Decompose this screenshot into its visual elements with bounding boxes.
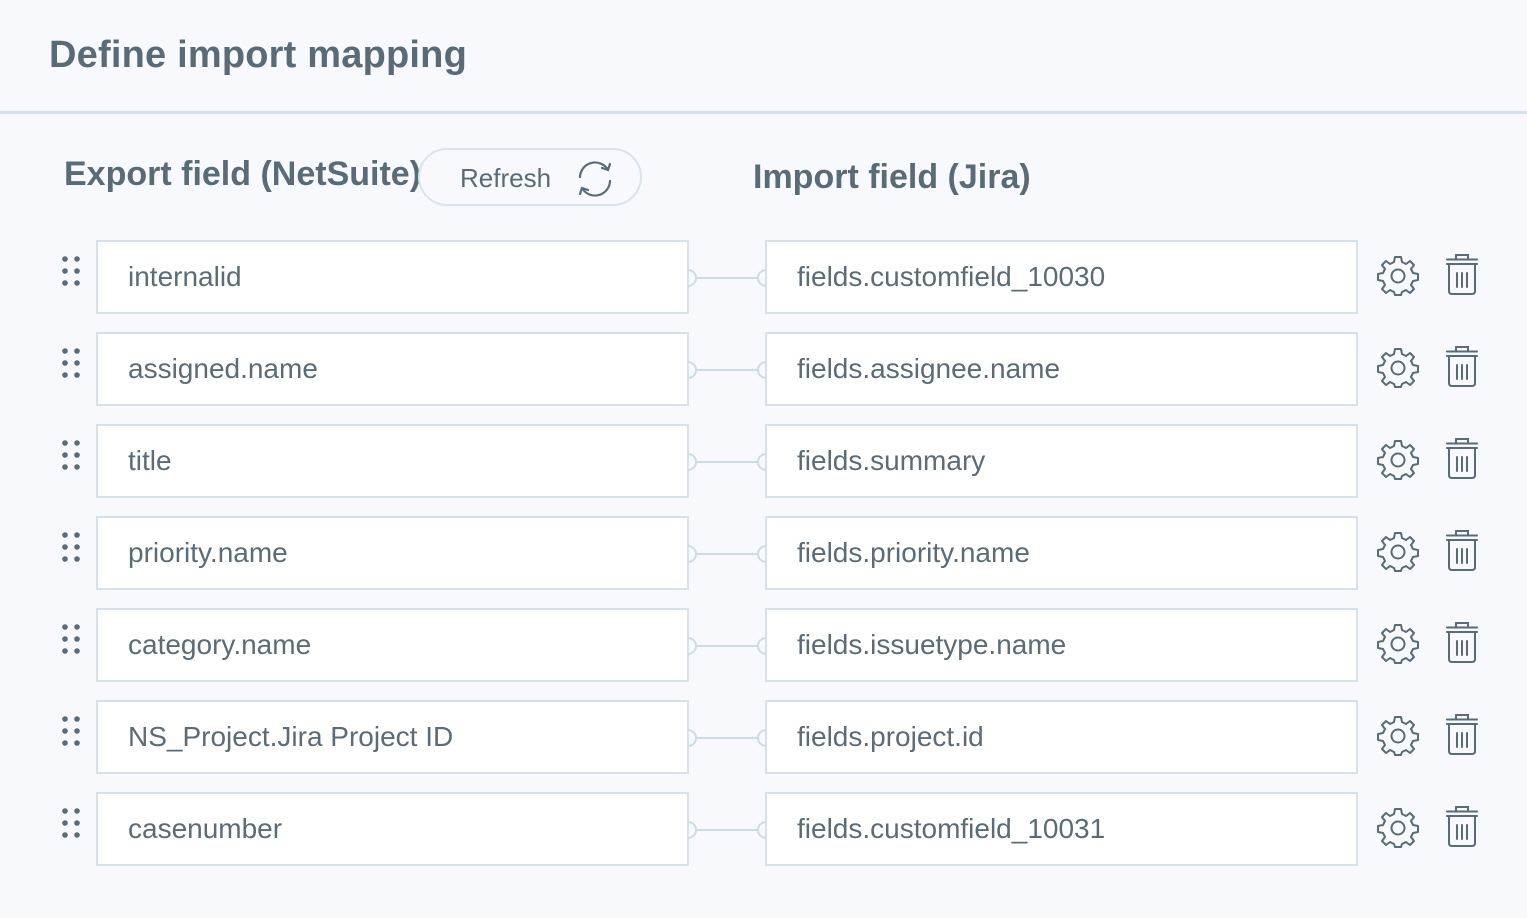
export-field[interactable]: assigned.name: [96, 332, 689, 406]
refresh-label: Refresh: [460, 163, 552, 193]
mapping-row: casenumber fields.customfield_10031: [0, 792, 1527, 868]
refresh-icon: [574, 158, 616, 205]
gear-icon[interactable]: [1377, 530, 1419, 577]
trash-icon[interactable]: [1444, 619, 1480, 670]
mapping-row: category.name fields.issuetype.name: [0, 608, 1527, 684]
drag-handle-icon[interactable]: [60, 254, 84, 288]
trash-icon[interactable]: [1444, 343, 1480, 394]
connector-line: [686, 450, 768, 479]
drag-handle-icon[interactable]: [60, 806, 84, 840]
page-header: Define import mapping: [0, 0, 1527, 114]
export-field[interactable]: category.name: [96, 608, 689, 682]
import-field[interactable]: fields.summary: [765, 424, 1358, 498]
import-field[interactable]: fields.project.id: [765, 700, 1358, 774]
gear-icon[interactable]: [1377, 438, 1419, 485]
connector-line: [686, 634, 768, 663]
mapping-row: assigned.name fields.assignee.name: [0, 332, 1527, 408]
gear-icon[interactable]: [1377, 254, 1419, 301]
export-field[interactable]: internalid: [96, 240, 689, 314]
import-field[interactable]: fields.assignee.name: [765, 332, 1358, 406]
mapping-row: priority.name fields.priority.name: [0, 516, 1527, 592]
mapping-row: title fields.summary: [0, 424, 1527, 500]
connector-line: [686, 726, 768, 755]
import-field[interactable]: fields.customfield_10031: [765, 792, 1358, 866]
export-field[interactable]: casenumber: [96, 792, 689, 866]
gear-icon[interactable]: [1377, 714, 1419, 761]
refresh-button[interactable]: Refresh: [418, 148, 642, 206]
gear-icon[interactable]: [1377, 346, 1419, 393]
drag-handle-icon[interactable]: [60, 714, 84, 748]
page-title: Define import mapping: [49, 34, 467, 76]
gear-icon[interactable]: [1377, 622, 1419, 669]
export-column-heading: Export field (NetSuite): [64, 155, 422, 193]
drag-handle-icon[interactable]: [60, 346, 84, 380]
connector-line: [686, 542, 768, 571]
trash-icon[interactable]: [1444, 251, 1480, 302]
mapping-row: internalid fields.customfield_10030: [0, 240, 1527, 316]
export-field[interactable]: NS_Project.Jira Project ID: [96, 700, 689, 774]
trash-icon[interactable]: [1444, 527, 1480, 578]
import-field[interactable]: fields.customfield_10030: [765, 240, 1358, 314]
connector-line: [686, 358, 768, 387]
gear-icon[interactable]: [1377, 806, 1419, 853]
trash-icon[interactable]: [1444, 711, 1480, 762]
import-field[interactable]: fields.issuetype.name: [765, 608, 1358, 682]
trash-icon[interactable]: [1444, 435, 1480, 486]
mapping-row: NS_Project.Jira Project ID fields.project…: [0, 700, 1527, 776]
drag-handle-icon[interactable]: [60, 622, 84, 656]
import-field[interactable]: fields.priority.name: [765, 516, 1358, 590]
export-field[interactable]: title: [96, 424, 689, 498]
drag-handle-icon[interactable]: [60, 438, 84, 472]
drag-handle-icon[interactable]: [60, 530, 84, 564]
trash-icon[interactable]: [1444, 803, 1480, 854]
connector-line: [686, 266, 768, 295]
export-field[interactable]: priority.name: [96, 516, 689, 590]
connector-line: [686, 818, 768, 847]
import-column-heading: Import field (Jira): [753, 158, 1031, 196]
